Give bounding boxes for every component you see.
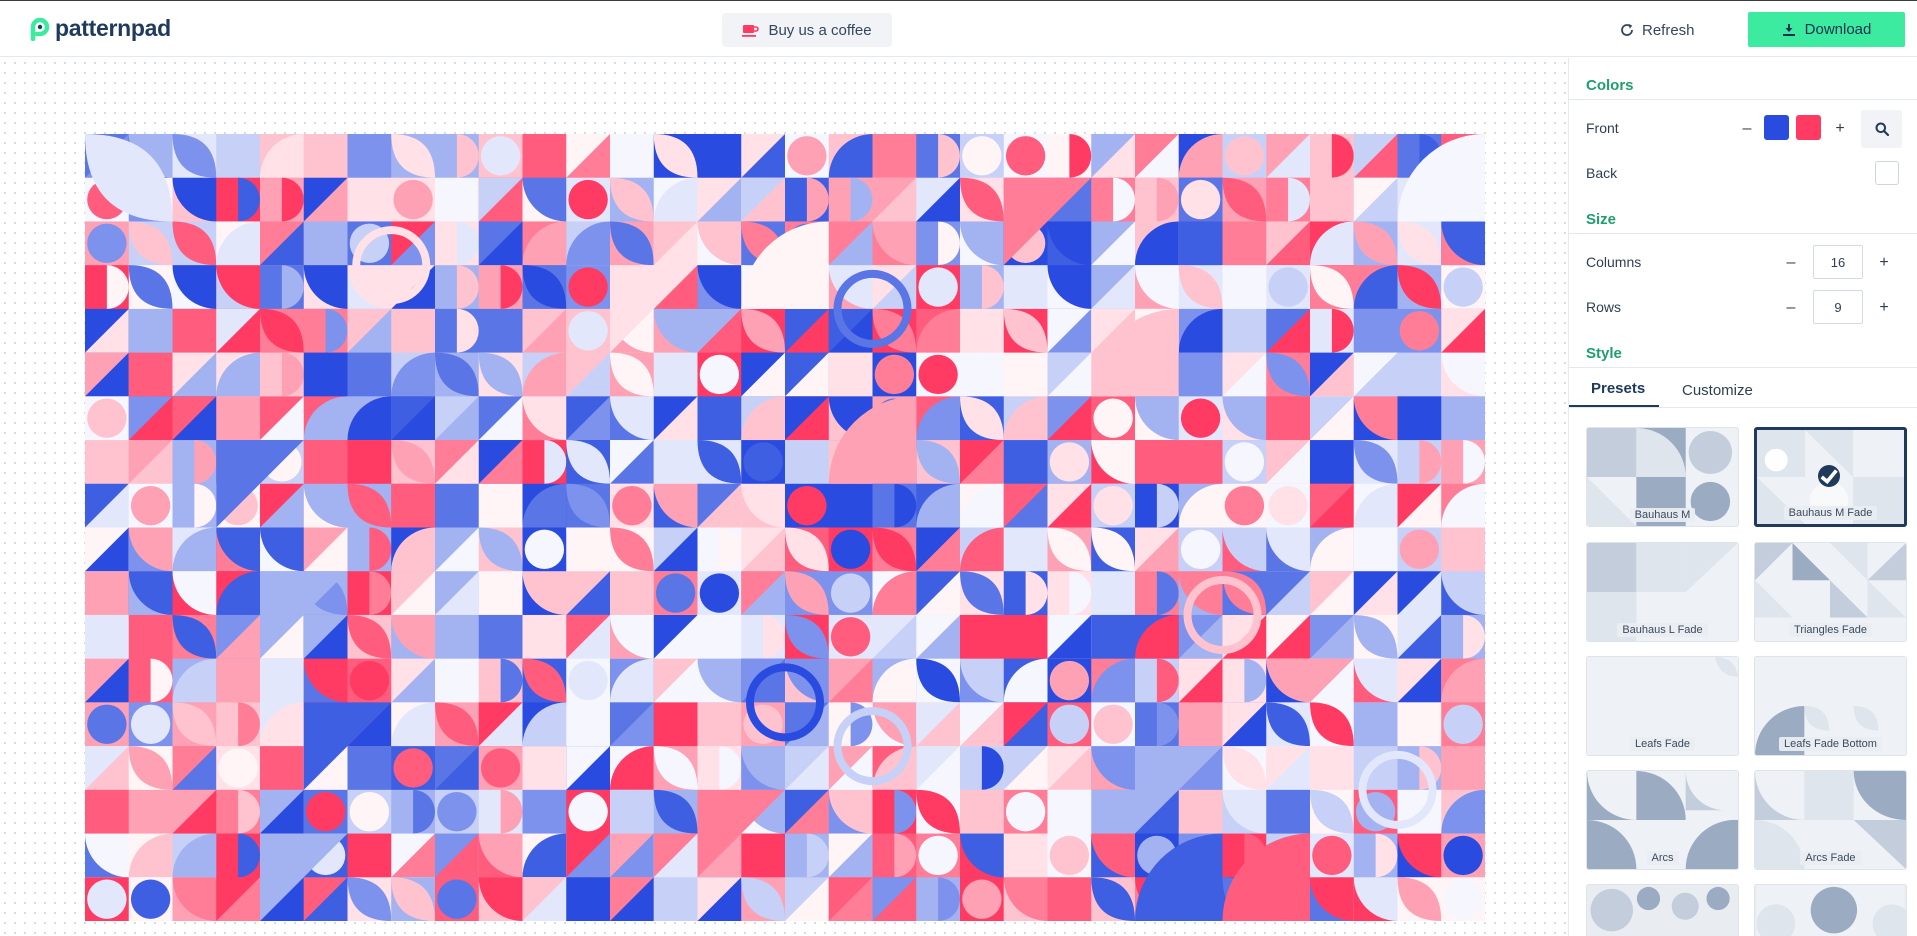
preset-label: Triangles Fade bbox=[1755, 623, 1906, 637]
rows-input[interactable] bbox=[1813, 290, 1863, 324]
front-remove-color-button[interactable]: – bbox=[1737, 119, 1757, 139]
refresh-icon bbox=[1621, 23, 1633, 36]
preset-thumbnail bbox=[1756, 885, 1906, 936]
preset-label-text: Bauhaus L Fade bbox=[1617, 623, 1708, 637]
front-add-color-button[interactable]: + bbox=[1830, 119, 1850, 139]
rows-increment-button[interactable]: + bbox=[1874, 298, 1894, 318]
preset-card[interactable]: Arcs Fade bbox=[1754, 770, 1907, 870]
style-section-title: Style bbox=[1586, 345, 1622, 362]
download-label: Download bbox=[1804, 21, 1872, 38]
patternpad-logo-icon bbox=[30, 17, 50, 41]
preset-label-text: Arcs Fade bbox=[1800, 851, 1861, 865]
refresh-button[interactable]: Refresh bbox=[1620, 15, 1695, 45]
rows-label: Rows bbox=[1586, 299, 1622, 315]
preset-label: Arcs bbox=[1587, 851, 1738, 865]
preset-label: Bauhaus M Fade bbox=[1757, 506, 1904, 520]
preset-label: Leafs Fade bbox=[1587, 737, 1738, 751]
columns-decrement-button[interactable]: – bbox=[1781, 253, 1801, 273]
preset-label-text: Bauhaus M Fade bbox=[1783, 506, 1878, 520]
preset-label-text: Arcs bbox=[1646, 851, 1679, 865]
download-button[interactable]: Download bbox=[1748, 12, 1905, 47]
preset-label-text: Triangles Fade bbox=[1789, 623, 1872, 637]
logo-text: patternpad bbox=[55, 15, 171, 41]
check-icon bbox=[1818, 465, 1840, 487]
preset-card-partial[interactable] bbox=[1754, 884, 1907, 936]
columns-input[interactable] bbox=[1813, 245, 1863, 279]
divider bbox=[1569, 99, 1917, 100]
front-label: Front bbox=[1586, 120, 1619, 136]
back-color-swatch[interactable] bbox=[1875, 161, 1899, 185]
buy-coffee-button[interactable]: Buy us a coffee bbox=[722, 13, 892, 47]
columns-increment-button[interactable]: + bbox=[1874, 253, 1894, 273]
preset-thumbnail bbox=[1588, 885, 1737, 936]
preset-card[interactable]: Bauhaus M bbox=[1586, 427, 1739, 527]
settings-panel: Colors Front – + Back Size Columns – + R… bbox=[1568, 58, 1917, 936]
columns-label: Columns bbox=[1586, 254, 1642, 270]
preset-label-text: Bauhaus M bbox=[1629, 508, 1696, 522]
color-search-button[interactable] bbox=[1861, 110, 1902, 148]
top-bar: patternpad Buy us a coffee Refresh Downl… bbox=[0, 0, 1917, 57]
preset-label: Bauhaus L Fade bbox=[1587, 623, 1738, 637]
pattern-preview[interactable] bbox=[85, 134, 1485, 921]
front-color-swatch-2[interactable] bbox=[1796, 115, 1821, 140]
divider bbox=[1569, 367, 1917, 368]
preset-label-text: Leafs Fade bbox=[1629, 737, 1696, 751]
tab-presets[interactable]: Presets bbox=[1591, 380, 1645, 397]
buy-coffee-label: Buy us a coffee bbox=[768, 21, 872, 39]
refresh-label: Refresh bbox=[1642, 21, 1695, 39]
divider bbox=[1569, 407, 1917, 408]
size-section-title: Size bbox=[1586, 211, 1617, 228]
preset-card-partial[interactable] bbox=[1586, 884, 1739, 936]
rows-decrement-button[interactable]: – bbox=[1781, 298, 1801, 318]
download-icon bbox=[1782, 23, 1795, 36]
colors-section-title: Colors bbox=[1586, 77, 1634, 94]
search-icon bbox=[1875, 122, 1889, 136]
preset-label-text: Leafs Fade Bottom bbox=[1779, 737, 1882, 751]
logo[interactable]: patternpad bbox=[30, 15, 171, 42]
preset-card[interactable]: Leafs Fade Bottom bbox=[1754, 656, 1907, 756]
divider bbox=[1569, 233, 1917, 234]
tab-customize[interactable]: Customize bbox=[1682, 382, 1753, 399]
preset-label: Leafs Fade Bottom bbox=[1755, 737, 1906, 751]
preset-card[interactable]: Triangles Fade bbox=[1754, 542, 1907, 642]
back-label: Back bbox=[1586, 165, 1618, 181]
preset-card[interactable]: Arcs bbox=[1586, 770, 1739, 870]
preset-label: Arcs Fade bbox=[1755, 851, 1906, 865]
coffee-cup-icon bbox=[742, 24, 760, 37]
pattern-canvas-area bbox=[0, 58, 1568, 936]
preset-card[interactable]: Bauhaus M Fade bbox=[1754, 427, 1907, 527]
preset-card[interactable]: Bauhaus L Fade bbox=[1586, 542, 1739, 642]
front-color-swatch-1[interactable] bbox=[1764, 115, 1789, 140]
preset-label: Bauhaus M bbox=[1587, 508, 1738, 522]
preset-card[interactable]: Leafs Fade bbox=[1586, 656, 1739, 756]
